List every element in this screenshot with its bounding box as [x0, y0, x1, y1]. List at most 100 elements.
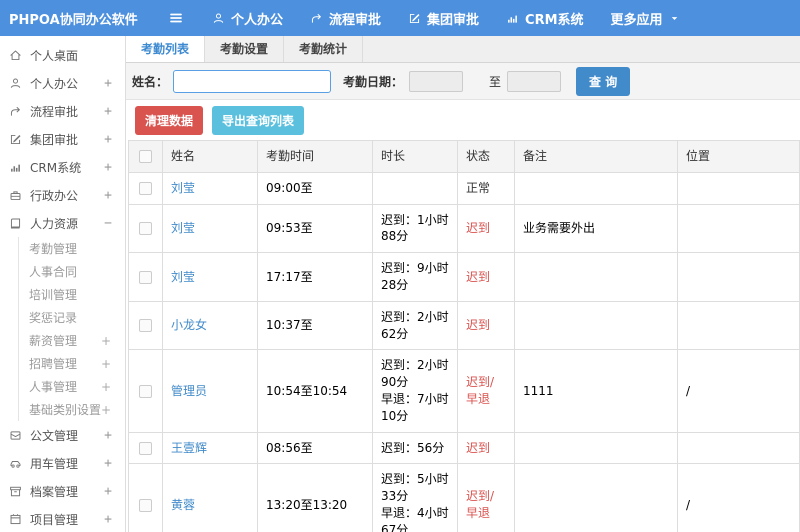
nav-item-crm-system[interactable]: CRM系统: [506, 9, 584, 28]
attendance-time: 17:17至: [257, 252, 373, 302]
nav-item-personal-office[interactable]: 个人办公: [212, 9, 283, 28]
submenu-item-label: 奖惩记录: [29, 311, 78, 325]
tab-attendance-stats[interactable]: 考勤统计: [284, 36, 364, 62]
attendance-time: 10:37至: [257, 300, 373, 351]
sidebar-item-vehicle-mgmt[interactable]: 用车管理 +: [0, 449, 125, 477]
expand-toggle-icon[interactable]: +: [101, 380, 111, 394]
nav-item-label: 流程审批: [329, 12, 382, 28]
column-header: 备注: [514, 140, 678, 173]
date-label: 考勤日期：: [343, 74, 404, 89]
sidebar-item-admin-office[interactable]: 行政办公 +: [0, 181, 125, 209]
expand-toggle-icon[interactable]: +: [104, 428, 112, 443]
expand-toggle-icon[interactable]: +: [104, 104, 112, 119]
query-button[interactable]: 查 询: [576, 66, 631, 96]
nav-item-label: 个人办公: [231, 12, 284, 28]
expand-toggle-icon[interactable]: +: [104, 188, 112, 203]
sidebar-item-group-approval[interactable]: 集团审批 +: [0, 125, 125, 153]
row-checkbox[interactable]: [139, 181, 152, 195]
submenu-item-hr-contract[interactable]: 人事合同: [19, 260, 125, 283]
expand-toggle-icon[interactable]: +: [104, 132, 112, 147]
nav-item-workflow-approval[interactable]: 流程审批: [310, 9, 381, 28]
select-all-checkbox[interactable]: [139, 150, 152, 163]
nav-item-group-approval[interactable]: 集团审批: [408, 9, 479, 28]
workflow-icon: [310, 12, 323, 25]
row-checkbox[interactable]: [139, 319, 152, 333]
expand-toggle-icon[interactable]: +: [104, 512, 112, 527]
search-bar: 姓名： 考勤日期： 至 查 询: [126, 63, 800, 100]
sidebar-item-project-mgmt[interactable]: 项目管理 +: [0, 505, 125, 532]
sidebar-item-personal-desktop[interactable]: 个人桌面: [0, 41, 125, 69]
column-header: 时长: [372, 140, 458, 173]
expand-toggle-icon[interactable]: +: [104, 456, 112, 471]
submenu-item-training-mgmt[interactable]: 培训管理: [19, 283, 125, 306]
employee-name-link[interactable]: 王壹辉: [171, 441, 207, 455]
user-icon: [9, 77, 22, 90]
sidebar-item-personal-office[interactable]: 个人办公 +: [0, 69, 125, 97]
row-checkbox[interactable]: [139, 221, 152, 235]
submenu-item-salary-mgmt[interactable]: 薪资管理 +: [19, 329, 125, 352]
sidebar-item-label: 公文管理: [30, 428, 79, 443]
to-label: 至: [489, 74, 502, 89]
expand-toggle-icon[interactable]: +: [104, 76, 112, 91]
nav-item-more-apps[interactable]: 更多应用: [611, 9, 680, 28]
table-row: 黄蓉 13:20至13:20 迟到：5小时33分 早退：4小时67分 迟到/早退 /: [128, 463, 800, 532]
action-buttons: 清理数据 导出查询列表: [126, 100, 800, 140]
hamburger-icon: [168, 10, 184, 26]
tab-attendance-list[interactable]: 考勤列表: [126, 36, 206, 62]
car-icon: [9, 457, 22, 470]
sidebar-item-human-resources[interactable]: 人力资源 −: [0, 209, 125, 237]
expand-toggle-icon[interactable]: +: [101, 334, 111, 348]
submenu-item-reward-punishment[interactable]: 奖惩记录: [19, 306, 125, 329]
row-checkbox[interactable]: [139, 441, 152, 455]
duration-cell: [372, 171, 458, 205]
export-list-button[interactable]: 导出查询列表: [212, 105, 305, 135]
edit-icon: [408, 12, 421, 25]
tab-attendance-settings[interactable]: 考勤设置: [205, 36, 285, 62]
status-badge: 迟到: [466, 220, 491, 235]
submenu-item-attendance-mgmt[interactable]: 考勤管理: [19, 237, 125, 260]
sidebar-item-label: 行政办公: [30, 188, 79, 203]
sidebar-item-label: 用车管理: [30, 456, 79, 471]
date-end-input[interactable]: [507, 70, 562, 92]
attendance-time: 09:53至: [257, 203, 373, 254]
attendance-time: 08:56至: [257, 431, 373, 465]
employee-name-link[interactable]: 刘莹: [171, 221, 195, 235]
row-checkbox[interactable]: [139, 270, 152, 284]
employee-name-link[interactable]: 黄蓉: [171, 498, 195, 512]
expand-toggle-icon[interactable]: +: [104, 160, 112, 175]
location-cell: /: [677, 463, 800, 532]
row-checkbox[interactable]: [139, 384, 152, 398]
workflow-icon: [9, 105, 22, 118]
menu-toggle-icon[interactable]: [168, 10, 184, 26]
expand-toggle-icon[interactable]: +: [104, 484, 112, 499]
row-checkbox[interactable]: [139, 498, 152, 512]
expand-toggle-icon[interactable]: −: [104, 216, 112, 231]
sidebar-item-crm-system[interactable]: CRM系统 +: [0, 153, 125, 181]
expand-toggle-icon[interactable]: +: [101, 357, 111, 371]
duration-line: 迟到：2小时62分: [381, 309, 449, 341]
employee-name-link[interactable]: 小龙女: [171, 318, 207, 332]
name-input[interactable]: [173, 69, 332, 93]
submenu-item-recruit-mgmt[interactable]: 招聘管理 +: [19, 352, 125, 375]
submenu-item-base-category-settings[interactable]: 基础类别设置 +: [19, 398, 125, 421]
employee-name-link[interactable]: 管理员: [171, 384, 207, 398]
document-icon: [9, 429, 22, 442]
duration-line: 早退：4小时67分: [381, 505, 449, 532]
employee-name-link[interactable]: 刘莹: [171, 181, 195, 195]
column-header: 姓名: [162, 140, 258, 173]
table-row: 刘莹 09:53至 迟到：1小时88分 迟到 业务需要外出: [128, 203, 800, 254]
sidebar-item-label: 集团审批: [30, 132, 79, 147]
expand-toggle-icon[interactable]: +: [101, 403, 111, 417]
remark-cell: [514, 252, 678, 302]
submenu-item-personnel-mgmt[interactable]: 人事管理 +: [19, 375, 125, 398]
duration-line: 迟到：9小时28分: [381, 261, 449, 292]
sidebar-item-workflow-approval[interactable]: 流程审批 +: [0, 97, 125, 125]
sidebar-item-archive-mgmt[interactable]: 档案管理 +: [0, 477, 125, 505]
employee-name-link[interactable]: 刘莹: [171, 270, 195, 284]
location-cell: [677, 300, 800, 351]
date-start-input[interactable]: [409, 70, 464, 92]
location-cell: [677, 203, 800, 254]
name-label: 姓名：: [132, 74, 169, 89]
clean-data-button[interactable]: 清理数据: [135, 105, 204, 135]
sidebar-item-document-mgmt[interactable]: 公文管理 +: [0, 421, 125, 449]
